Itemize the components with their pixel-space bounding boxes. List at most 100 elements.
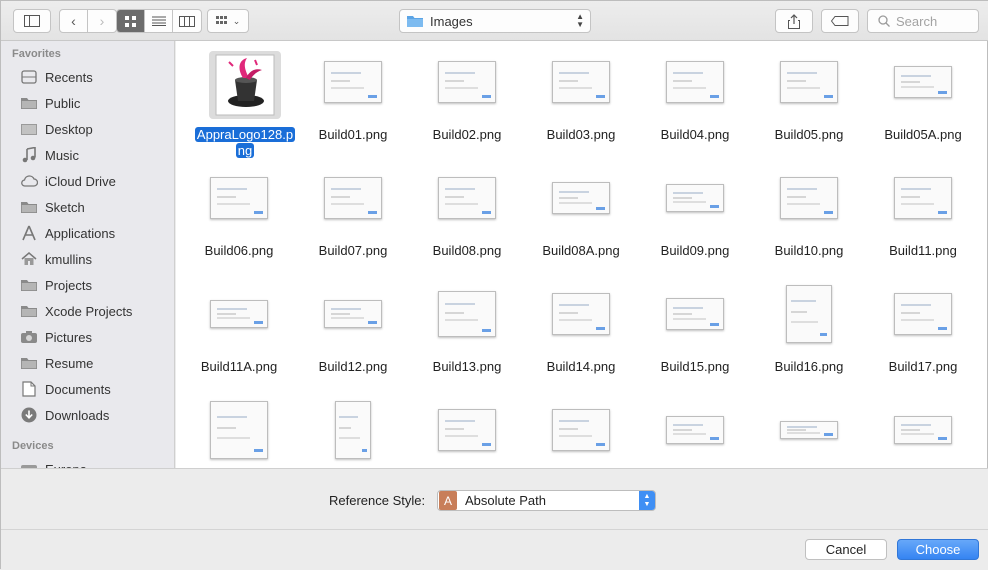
sidebar-item-sketch[interactable]: Sketch [19,197,85,217]
screenshot-thumbnail [780,177,838,219]
sidebar-item-projects[interactable]: Projects [19,275,92,295]
screenshot-thumbnail [780,61,838,103]
screenshot-thumbnail [666,298,724,330]
sidebar-item-documents[interactable]: Documents [19,379,111,399]
file-item[interactable]: Build07.png [296,164,410,280]
chevron-right-icon: › [99,13,105,29]
file-name-label: Build08.png [432,243,502,258]
file-item[interactable] [524,396,638,468]
grid-icon [125,15,136,27]
screenshot-thumbnail [438,291,496,337]
file-item[interactable] [410,396,524,468]
sidebar-item-desktop[interactable]: Desktop [19,119,93,139]
file-thumbnail-area [524,48,638,116]
sidebar-item-public[interactable]: Public [19,93,80,113]
file-thumbnail-area [752,280,866,348]
file-item[interactable]: Build05A.png [866,48,980,164]
sidebar-item-kmullins[interactable]: kmullins [19,249,92,269]
sidebar-item-applications[interactable]: Applications [19,223,115,243]
back-forward-control: ‹ › [59,9,117,33]
file-name-label: Build08A.png [542,243,620,258]
file-name-label: Build07.png [318,243,388,258]
file-name-label: Build06.png [204,243,274,258]
footer-divider [1,529,988,530]
file-name-label: Build05.png [774,127,844,142]
choose-button[interactable]: Choose [897,539,979,560]
file-name-line: AppraLogo128.p [194,127,296,142]
sidebar-item-recents[interactable]: Recents [19,67,93,87]
panel-footer: Reference Style: A Absolute Path ▲ ▼ Canc… [1,468,988,570]
view-mode-control [116,9,202,33]
file-name-label: Build13.png [432,359,502,374]
file-item[interactable]: Build11.png [866,164,980,280]
cancel-button[interactable]: Cancel [805,539,887,560]
file-thumbnail-area [296,396,410,464]
file-name-label: Build14.png [546,359,616,374]
sidebar-item-pictures[interactable]: Pictures [19,327,92,347]
back-button[interactable]: ‹ [60,10,88,32]
file-item[interactable]: Build08A.png [524,164,638,280]
sidebar-item-xcode-projects[interactable]: Xcode Projects [19,301,132,321]
arrange-button[interactable]: ⌄ [207,9,249,33]
sidebar-item-icloud-drive[interactable]: iCloud Drive [19,171,116,191]
file-item[interactable] [296,396,410,468]
file-thumbnail-area [182,396,296,464]
file-grid: AppraLogo128.p ng Build01.png Build02.png Bu… [176,41,987,468]
list-view-button[interactable] [145,10,173,32]
file-item[interactable]: Build10.png [752,164,866,280]
applications-icon [19,225,39,241]
file-item[interactable]: Build03.png [524,48,638,164]
disk-icon [19,461,39,468]
file-thumbnail-area [296,164,410,232]
sidebar-item-music[interactable]: Music [19,145,79,165]
file-thumbnail-area [866,48,980,116]
sidebar-item-downloads[interactable]: Downloads [19,405,109,425]
file-item-selected[interactable]: AppraLogo128.p ng [182,48,296,164]
file-item[interactable]: Build04.png [638,48,752,164]
home-icon [19,251,39,267]
forward-button[interactable]: › [88,10,116,32]
file-name-label: Build12.png [318,359,388,374]
file-item[interactable] [866,396,980,468]
file-item[interactable]: Build16.png [752,280,866,396]
file-item[interactable]: Build08.png [410,164,524,280]
sidebar-section-favorites: Favorites [12,48,61,60]
location-popup[interactable]: Images ▲ ▼ [399,9,591,33]
screenshot-thumbnail [552,293,610,335]
screenshot-thumbnail [335,401,371,459]
file-name-label: Build17.png [888,359,958,374]
folder-icon [19,277,39,293]
sidebar-item-resume[interactable]: Resume [19,353,93,373]
screenshot-thumbnail [438,177,496,219]
file-item[interactable]: Build09.png [638,164,752,280]
file-item[interactable]: Build14.png [524,280,638,396]
share-button[interactable] [775,9,813,33]
file-item[interactable]: Build15.png [638,280,752,396]
file-item[interactable] [752,396,866,468]
file-item[interactable]: Build06.png [182,164,296,280]
file-item[interactable]: Build12.png [296,280,410,396]
reference-style-popup[interactable]: A Absolute Path ▲ ▼ [437,490,656,511]
column-view-button[interactable] [173,10,201,32]
file-name-label: Build02.png [432,127,502,142]
search-field[interactable]: Search [867,9,979,33]
tag-icon [831,16,849,26]
sidebar-item-europa[interactable]: Europa [19,459,87,468]
folder-icon [19,303,39,319]
file-item[interactable]: Build05.png [752,48,866,164]
file-item[interactable]: Build17.png [866,280,980,396]
file-item[interactable]: Build13.png [410,280,524,396]
screenshot-thumbnail [438,409,496,451]
sidebar-toggle-button[interactable] [13,9,51,33]
folder-icon [19,199,39,215]
tag-button[interactable] [821,9,859,33]
file-item[interactable] [182,396,296,468]
icon-view-button[interactable] [117,10,145,32]
file-item[interactable] [638,396,752,468]
file-item[interactable]: Build11A.png [182,280,296,396]
arrange-grid-icon [215,16,227,24]
file-name-label: Build15.png [660,359,730,374]
screenshot-thumbnail [438,61,496,103]
file-item[interactable]: Build01.png [296,48,410,164]
file-item[interactable]: Build02.png [410,48,524,164]
